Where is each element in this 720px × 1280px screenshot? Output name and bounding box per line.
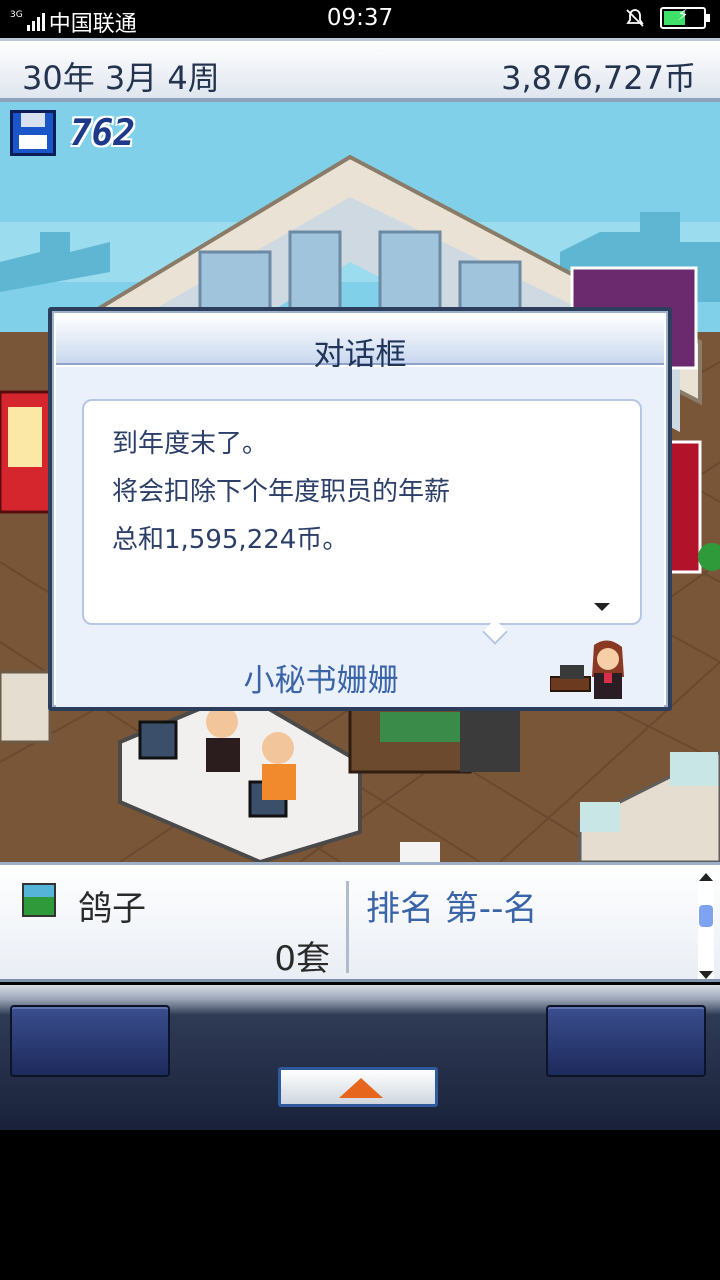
speech-bubble[interactable]: 到年度末了。 将会扣除下个年度职员的年薪 总和1,595,224币。 [82, 399, 642, 625]
save-counter: 762 [10, 110, 135, 156]
continue-arrow-icon [594, 603, 610, 611]
charging-bolt-icon: ⚡ [677, 5, 689, 24]
dialog-line: 到年度末了。 [112, 429, 269, 459]
dialog-header: 对话框 [56, 315, 664, 373]
product-name: 鸽子 [78, 889, 146, 929]
scroll-down-icon[interactable] [699, 971, 713, 979]
floppy-disk-icon [10, 110, 56, 156]
dialog-line: 总和1,595,224币。 [112, 525, 349, 555]
product-rank: 排名 第--名 [366, 889, 538, 929]
speaker-name: 小秘书姗姗 [243, 663, 399, 699]
bottom-button-bar [0, 985, 720, 1130]
dialog-body: 到年度末了。 将会扣除下个年度职员的年薪 总和1,595,224币。 小秘书姗姗 [56, 367, 664, 707]
bell-muted-icon [626, 9, 644, 27]
top-info-bar: 30年 3月 4周 3,876,727币 [0, 38, 720, 102]
dialog-line: 将会扣除下个年度职员的年薪 [112, 477, 451, 507]
status-right: ⚡ [624, 5, 710, 29]
game-date: 30年 3月 4周 [22, 59, 220, 97]
status-clock: 09:37 [326, 5, 394, 31]
right-soft-button[interactable] [546, 1005, 706, 1077]
game-cartridge-icon [22, 883, 56, 917]
money-balance: 3,876,727币 [501, 59, 696, 97]
dialog-box[interactable]: 对话框 到年度末了。 将会扣除下个年度职员的年薪 总和1,595,224币。 小… [48, 307, 672, 711]
game-screen: 3G 中国联通 09:37 ⚡ 30年 3月 4周 3,876,727币 762… [0, 0, 720, 1280]
save-counter-value: 762 [70, 112, 136, 154]
scroll-thumb[interactable] [699, 905, 713, 927]
status-bar: 3G 中国联通 09:37 ⚡ [0, 0, 720, 38]
product-count: 0套 [274, 939, 330, 979]
product-info-panel: 鸽子 0套 排名 第--名 [0, 862, 720, 982]
panel-divider [346, 881, 349, 973]
left-soft-button[interactable] [10, 1005, 170, 1077]
secretary-portrait-icon [550, 640, 624, 699]
menu-up-button[interactable] [278, 1067, 438, 1107]
scroll-up-icon[interactable] [699, 873, 713, 881]
panel-scrollbar[interactable] [698, 873, 714, 979]
battery-icon: ⚡ [660, 5, 710, 29]
up-arrow-icon [339, 1078, 383, 1098]
